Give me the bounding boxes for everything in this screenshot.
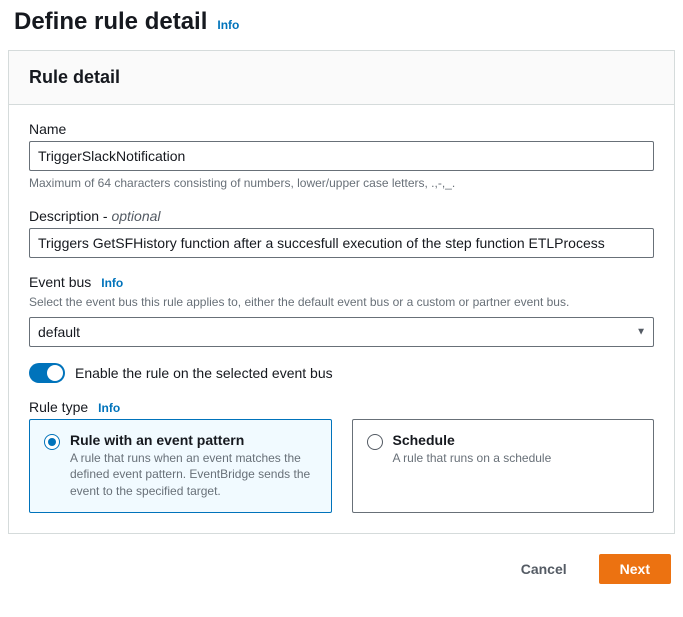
event-bus-label: Event bus — [29, 274, 91, 290]
name-input[interactable] — [29, 141, 654, 171]
description-input[interactable] — [29, 228, 654, 258]
rule-type-label: Rule type — [29, 399, 88, 415]
rule-type-option-title: Schedule — [393, 432, 552, 448]
cancel-button[interactable]: Cancel — [501, 554, 587, 584]
name-label: Name — [29, 121, 654, 137]
rule-type-option-desc: A rule that runs when an event matches t… — [70, 450, 317, 500]
event-bus-info-link[interactable]: Info — [101, 276, 123, 290]
event-bus-select[interactable]: default — [29, 317, 654, 347]
radio-icon — [44, 434, 60, 450]
description-label-main: Description - — [29, 208, 111, 224]
event-bus-helper: Select the event bus this rule applies t… — [29, 294, 654, 311]
name-helper: Maximum of 64 characters consisting of n… — [29, 175, 654, 192]
rule-type-option-desc: A rule that runs on a schedule — [393, 450, 552, 467]
radio-icon — [367, 434, 383, 450]
rule-type-option-schedule[interactable]: Schedule A rule that runs on a schedule — [352, 419, 655, 513]
rule-type-option-event-pattern[interactable]: Rule with an event pattern A rule that r… — [29, 419, 332, 513]
rule-type-option-title: Rule with an event pattern — [70, 432, 317, 448]
enable-rule-label: Enable the rule on the selected event bu… — [75, 365, 333, 381]
description-label: Description - optional — [29, 208, 654, 224]
description-label-optional: optional — [111, 208, 160, 224]
rule-detail-panel: Rule detail Name Maximum of 64 character… — [8, 50, 675, 534]
panel-heading: Rule detail — [29, 67, 654, 88]
next-button[interactable]: Next — [599, 554, 671, 584]
footer-actions: Cancel Next — [8, 550, 675, 596]
enable-rule-toggle[interactable] — [29, 363, 65, 383]
page-title: Define rule detail — [14, 8, 207, 36]
toggle-knob-icon — [47, 365, 63, 381]
rule-type-info-link[interactable]: Info — [98, 401, 120, 415]
page-info-link[interactable]: Info — [217, 18, 239, 32]
